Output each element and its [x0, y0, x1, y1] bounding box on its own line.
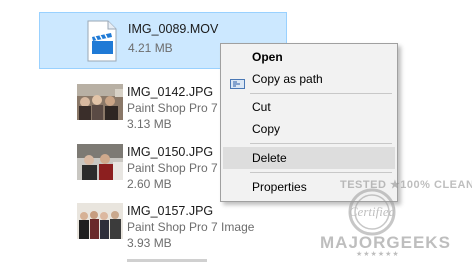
- menu-separator: [250, 143, 392, 144]
- file-name: IMG_0089.MOV: [128, 22, 219, 36]
- menu-item-label: Delete: [252, 151, 287, 165]
- menu-item-copy-as-path[interactable]: Copy as path: [223, 68, 395, 90]
- video-file-icon: [84, 20, 118, 62]
- file-type: Paint Shop Pro 7 Image: [127, 220, 255, 234]
- copy-path-icon: [230, 74, 245, 89]
- file-name: IMG_0157.JPG: [127, 204, 214, 218]
- menu-item-label: Cut: [252, 100, 271, 114]
- file-type: Paint Shop Pro 7: [127, 101, 218, 115]
- menu-separator: [250, 93, 392, 94]
- watermark-stars: ★★★★★★: [356, 251, 400, 258]
- file-size: 4.21 MB: [128, 41, 173, 55]
- menu-item-open[interactable]: Open: [223, 46, 395, 68]
- menu-item-delete[interactable]: Delete: [223, 147, 395, 169]
- menu-item-copy[interactable]: Copy: [223, 118, 395, 140]
- file-name: IMG_0150.JPG: [127, 145, 214, 159]
- menu-item-label: Copy as path: [252, 72, 323, 86]
- menu-item-label: Open: [252, 50, 283, 64]
- svg-text:Certified: Certified: [349, 204, 396, 219]
- file-item-partial[interactable]: [127, 255, 247, 262]
- menu-item-label: Copy: [252, 122, 281, 136]
- menu-separator: [250, 172, 392, 173]
- menu-item-label: Properties: [252, 180, 307, 194]
- menu-item-cut[interactable]: Cut: [223, 96, 395, 118]
- file-type: Paint Shop Pro 7: [127, 161, 218, 175]
- file-size: 3.93 MB: [127, 236, 172, 250]
- photo-thumbnail: [77, 144, 123, 180]
- photo-thumbnail: [77, 203, 123, 239]
- file-name: IMG_0142.JPG: [127, 85, 214, 99]
- file-item-img-0157[interactable]: IMG_0157.JPG Paint Shop Pro 7 Image 3.93…: [39, 195, 287, 253]
- majorgeeks-watermark: TESTED ★100% CLEAN Certified MAJORGEEKS …: [310, 176, 472, 258]
- file-size: 2.60 MB: [127, 177, 172, 191]
- file-size: 3.13 MB: [127, 117, 172, 131]
- photo-thumbnail: [77, 84, 123, 120]
